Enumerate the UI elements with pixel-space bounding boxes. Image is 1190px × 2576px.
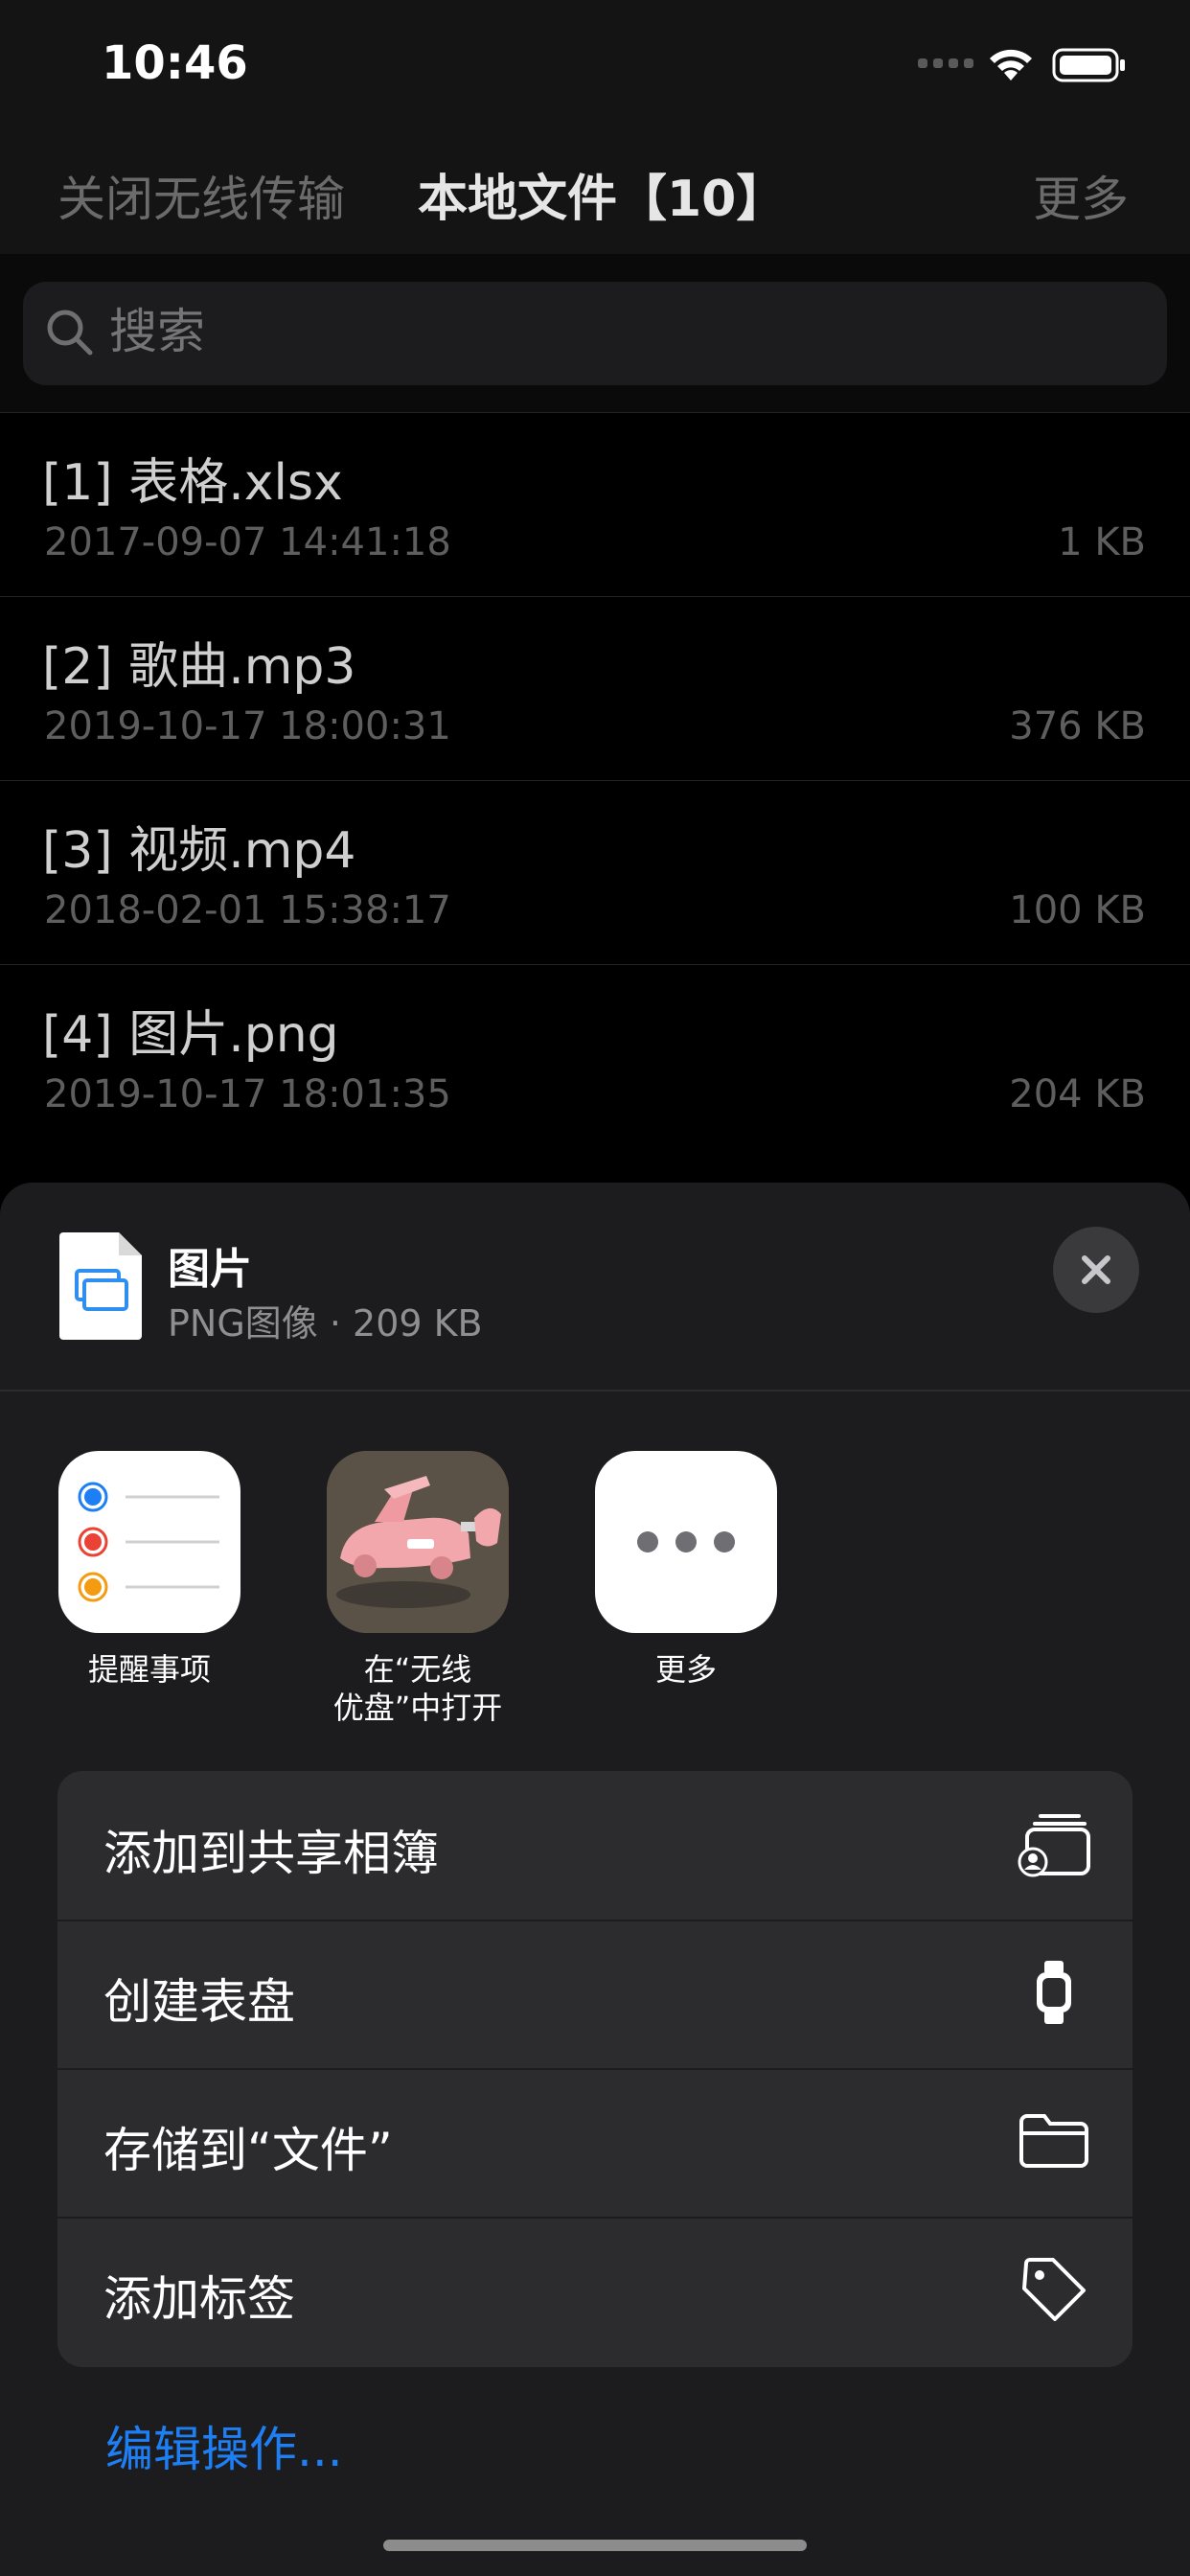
home-indicator[interactable] — [383, 2540, 807, 2551]
signal-icon — [918, 56, 973, 74]
file-title: [3] 视频.mp4 — [42, 822, 356, 880]
list-item[interactable]: [1] 表格.xlsx 2017-09-07 14:41:18 1 KB — [0, 412, 1190, 597]
action-label: 创建表盘 — [103, 1974, 295, 2030]
action-add-tag[interactable]: 添加标签 — [57, 2217, 1133, 2365]
shared-file-name: 图片 — [168, 1245, 252, 1294]
app-open-in-wireless-drive[interactable] — [327, 1451, 509, 1633]
close-icon — [1082, 1255, 1110, 1284]
app-label-open-in: 在“无线 优盘”中打开 — [284, 1650, 552, 1727]
shared-album-icon — [1016, 1806, 1092, 1882]
app-more[interactable] — [595, 1451, 777, 1633]
reminders-icon — [58, 1451, 240, 1633]
divider — [0, 1390, 1190, 1392]
list-item[interactable]: [2] 歌曲.mp3 2019-10-17 18:00:31 376 KB — [0, 596, 1190, 781]
file-size: 204 KB — [1009, 1072, 1146, 1116]
action-list: 添加到共享相簿 创建表盘 存储到“文件” 添加标签 — [57, 1771, 1133, 2367]
close-wireless-transfer-button[interactable]: 关闭无线传输 — [57, 161, 345, 230]
file-size: 100 KB — [1009, 888, 1146, 932]
wifi-icon — [987, 46, 1035, 88]
file-date: 2018-02-01 15:38:17 — [44, 888, 451, 932]
file-size: 1 KB — [1058, 520, 1146, 564]
action-add-to-shared-album[interactable]: 添加到共享相簿 — [57, 1771, 1133, 1921]
action-label: 添加标签 — [103, 2271, 295, 2327]
watch-icon — [1016, 1954, 1092, 2031]
tag-icon — [1016, 2251, 1092, 2328]
status-time: 10:46 — [102, 36, 248, 90]
action-label: 存储到“文件” — [103, 2123, 393, 2178]
folder-icon — [1016, 2103, 1092, 2179]
file-date: 2019-10-17 18:00:31 — [44, 704, 451, 748]
more-icon — [595, 1451, 777, 1633]
more-button[interactable]: 更多 — [1033, 161, 1129, 230]
shared-file-meta: PNG图像 · 209 KB — [168, 1302, 483, 1345]
edit-actions-link[interactable]: 编辑操作... — [105, 2411, 343, 2480]
action-create-watch-face[interactable]: 创建表盘 — [57, 1920, 1133, 2070]
app-reminders[interactable] — [58, 1451, 240, 1633]
list-item[interactable]: [3] 视频.mp4 2018-02-01 15:38:17 100 KB — [0, 780, 1190, 965]
image-file-icon — [59, 1232, 142, 1344]
file-title: [2] 歌曲.mp3 — [42, 638, 356, 696]
open-in-label: 在“无线 优盘”中打开 — [332, 1651, 503, 1726]
file-title: [1] 表格.xlsx — [42, 454, 343, 512]
file-title: [4] 图片.png — [42, 1006, 339, 1064]
action-save-to-files[interactable]: 存储到“文件” — [57, 2068, 1133, 2219]
app-label-reminders: 提醒事项 — [87, 1651, 211, 1688]
action-label: 添加到共享相簿 — [103, 1826, 439, 1881]
search-input[interactable] — [107, 303, 686, 360]
file-date: 2017-09-07 14:41:18 — [44, 520, 451, 564]
battery-icon — [1052, 46, 1129, 88]
app-thumbnail-icon — [327, 1451, 509, 1633]
app-label-more: 更多 — [654, 1651, 717, 1688]
page-title: 本地文件【10】 — [418, 171, 787, 228]
file-date: 2019-10-17 18:01:35 — [44, 1072, 451, 1116]
file-size: 376 KB — [1009, 704, 1146, 748]
close-button[interactable] — [1053, 1227, 1139, 1313]
search-icon — [44, 307, 96, 362]
list-item[interactable]: [4] 图片.png 2019-10-17 18:01:35 204 KB — [0, 964, 1190, 1149]
